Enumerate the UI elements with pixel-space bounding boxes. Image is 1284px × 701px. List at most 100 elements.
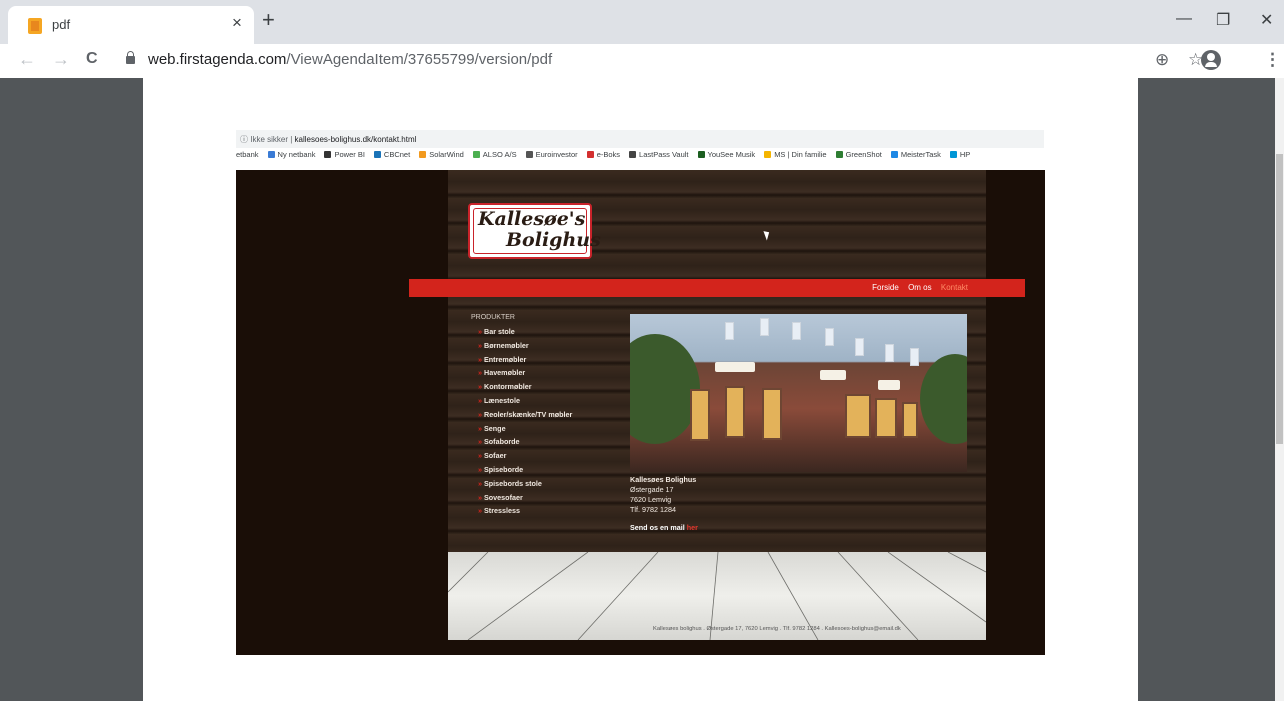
- bookmark-label: MeisterTask: [900, 150, 941, 159]
- bookmark-label: Power BI: [334, 150, 365, 159]
- forward-icon[interactable]: →: [52, 49, 70, 70]
- back-icon[interactable]: ←: [18, 49, 36, 70]
- embedded-website: Kallesøe's Bolighus Forside Om os Kontak…: [236, 170, 1045, 655]
- url-path: /ViewAgendaItem/37655799/version/pdf: [286, 51, 553, 68]
- scrollbar-thumb[interactable]: [1276, 154, 1283, 444]
- bookmark-icon: [419, 151, 427, 158]
- bookmark-icon: [586, 151, 594, 158]
- browser-menu-icon[interactable]: ⋮: [1264, 50, 1281, 70]
- pdf-favicon-icon: [28, 18, 42, 34]
- mail-text: Send os en mail: [630, 523, 685, 532]
- bookmark-icon: [764, 151, 772, 158]
- bookmark-item: SolarWind: [419, 150, 464, 159]
- bookmark-label: etbank: [236, 150, 259, 159]
- tab-close-icon[interactable]: ×: [232, 13, 242, 33]
- products-heading: PRODUKTER: [471, 314, 515, 321]
- bookmark-icon: [525, 151, 533, 158]
- pdf-page: ⓘ Ikke sikker | kallesoes-bolighus.dk/ko…: [143, 78, 1138, 701]
- bookmark-item: Euroinvestor: [525, 150, 578, 159]
- contact-address: Kallesøes Bolighus Østergade 17 7620 Lem…: [630, 475, 696, 515]
- lock-icon[interactable]: [126, 51, 135, 64]
- embedded-url: kallesoes-bolighus.dk/kontakt.html: [294, 135, 417, 144]
- new-tab-button[interactable]: +: [262, 7, 275, 33]
- bookmark-item: YouSee Musik: [697, 150, 756, 159]
- reload-icon[interactable]: C: [86, 50, 98, 68]
- bookmark-item: MS | Din familie: [764, 150, 827, 159]
- bookmark-label: e-Boks: [596, 150, 621, 159]
- product-category-item: Sovesofaer: [478, 493, 572, 507]
- bookmark-label: LastPass Vault: [639, 150, 689, 159]
- store-photo: [630, 314, 967, 472]
- bookmark-icon: [890, 151, 898, 158]
- site-nav-bar: Forside Om os Kontakt: [409, 279, 1025, 297]
- product-category-item: Havemøbler: [478, 368, 572, 382]
- product-category-item: Børnemøbler: [478, 341, 572, 355]
- city: 7620 Lemvig: [630, 495, 672, 504]
- bookmark-icon: [835, 151, 843, 158]
- embedded-address-bar: ⓘ Ikke sikker | kallesoes-bolighus.dk/ko…: [236, 130, 1044, 148]
- logo-line1: Kallesøe's: [478, 208, 586, 230]
- product-category-item: Bar stole: [478, 327, 572, 341]
- bookmark-icon: [629, 151, 637, 158]
- bookmark-label: CBCnet: [383, 150, 411, 159]
- products-list: Bar stoleBørnemøblerEntremøblerHavemøble…: [478, 327, 572, 520]
- zoom-icon[interactable]: ⊕: [1155, 50, 1169, 70]
- product-category-item: Spiseborde: [478, 465, 572, 479]
- product-category-item: Stressless: [478, 506, 572, 520]
- product-category-item: Sofaborde: [478, 437, 572, 451]
- nav-forside: Forside: [872, 283, 899, 292]
- bookmark-icon: [373, 151, 381, 158]
- bookmark-item: ALSO A/S: [472, 150, 517, 159]
- bookmark-icon: [949, 151, 957, 158]
- bookmark-label: MS | Din familie: [774, 150, 827, 159]
- url-domain: web.firstagenda.com: [148, 51, 287, 68]
- product-category-item: Kontormøbler: [478, 382, 572, 396]
- bookmark-label: SolarWind: [429, 150, 464, 159]
- bookmark-label: HP: [959, 150, 971, 159]
- tab-strip: pdf × + — ❐ ✕: [0, 0, 1284, 44]
- bookmark-icon: [267, 151, 275, 158]
- tab-title: pdf: [52, 17, 71, 32]
- restore-button[interactable]: ❐: [1216, 10, 1230, 30]
- bookmark-icon: [472, 151, 480, 158]
- bookmark-item: HP: [949, 150, 971, 159]
- bookmark-label: Euroinvestor: [535, 150, 578, 159]
- mail-link: her: [686, 523, 698, 532]
- address-bar[interactable]: web.firstagenda.com/ViewAgendaItem/37655…: [148, 51, 552, 68]
- product-category-item: Senge: [478, 424, 572, 438]
- bookmark-item: Power BI: [324, 150, 365, 159]
- browser-toolbar: ← → C web.firstagenda.com/ViewAgendaItem…: [0, 44, 1284, 78]
- close-window-button[interactable]: ✕: [1260, 10, 1273, 30]
- profile-avatar-icon[interactable]: [1201, 50, 1221, 70]
- bookmark-item: etbank: [236, 150, 259, 159]
- site-footer: Kallesøes bolighus . Østergade 17, 7620 …: [653, 626, 901, 632]
- phone: Tlf. 9782 1284: [630, 505, 676, 514]
- bookmark-label: GreenShot: [845, 150, 882, 159]
- bookmark-item: CBCnet: [373, 150, 411, 159]
- nav-kontakt: Kontakt: [940, 283, 968, 292]
- product-category-item: Lænestole: [478, 396, 572, 410]
- product-category-item: Reoler/skænke/TV møbler: [478, 410, 572, 424]
- scrollbar[interactable]: [1275, 78, 1284, 701]
- floor-banner: Kallesøes bolighus . Østergade 17, 7620 …: [448, 552, 986, 640]
- embedded-security-label: ⓘ Ikke sikker: [240, 135, 289, 144]
- street: Østergade 17: [630, 485, 674, 494]
- company-name: Kallesøes Bolighus: [630, 475, 697, 484]
- tab-pdf[interactable]: pdf ×: [8, 6, 254, 44]
- bookmark-icon: [697, 151, 705, 158]
- embedded-bookmarks-bar: etbank Ny netbank Power BI CBCnet SolarWind A…: [236, 150, 1044, 166]
- bookmark-label: YouSee Musik: [707, 150, 756, 159]
- mail-line: Send os en mail her: [630, 523, 698, 532]
- bookmark-icon: [324, 151, 332, 158]
- nav-om-os: Om os: [908, 283, 932, 292]
- pdf-viewer: ⓘ Ikke sikker | kallesoes-bolighus.dk/ko…: [0, 78, 1284, 701]
- bookmark-item: GreenShot: [835, 150, 882, 159]
- product-category-item: Sofaer: [478, 451, 572, 465]
- minimize-button[interactable]: —: [1176, 10, 1192, 28]
- bookmark-label: Ny netbank: [277, 150, 316, 159]
- bookmark-item: e-Boks: [586, 150, 621, 159]
- bookmark-item: MeisterTask: [890, 150, 941, 159]
- logo-line2: Bolighus: [506, 229, 601, 251]
- bookmark-item: LastPass Vault: [629, 150, 689, 159]
- product-category-item: Entremøbler: [478, 355, 572, 369]
